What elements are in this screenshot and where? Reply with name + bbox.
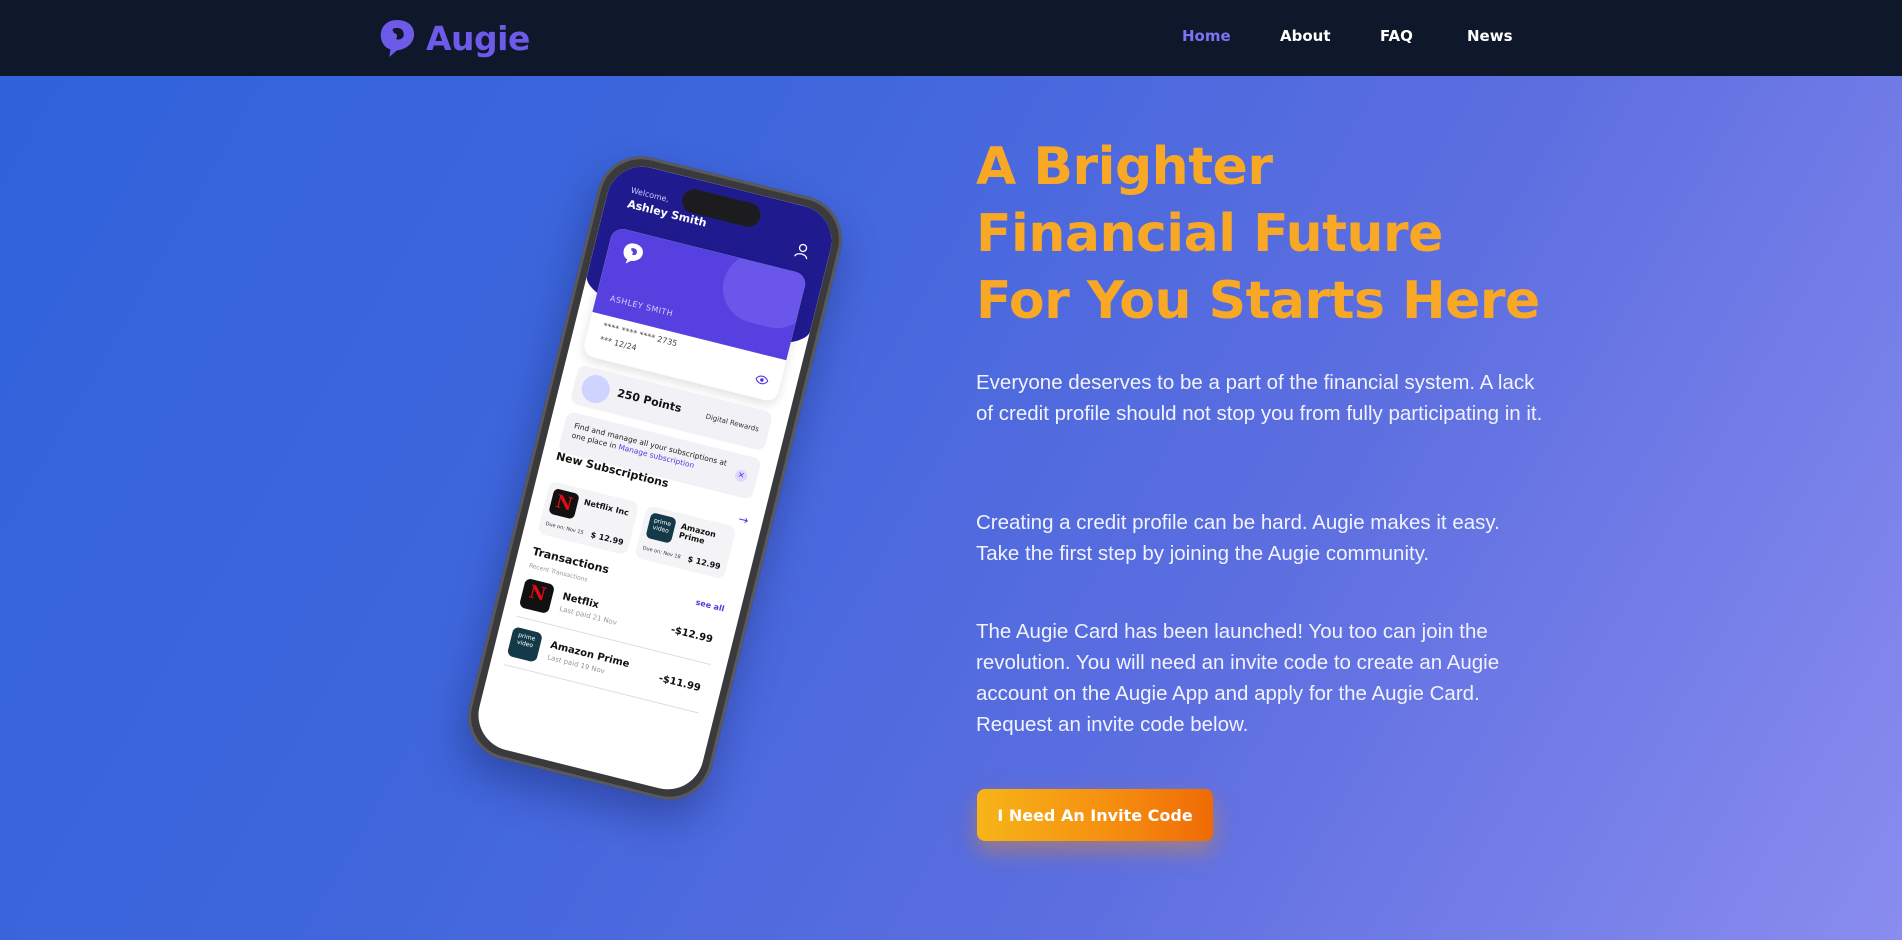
rewards-badge-icon <box>578 372 613 406</box>
hero-title-line: Financial Future <box>976 204 1443 264</box>
transaction-amount: -$12.99 <box>669 624 714 646</box>
hero-paragraph-card-launch: The Augie Card has been launched! You to… <box>976 620 1500 736</box>
digital-rewards-label: Digital Rewards <box>704 412 760 434</box>
augie-logo-icon <box>623 243 643 264</box>
subscription-name: Amazon Prime <box>677 521 717 546</box>
eye-icon[interactable] <box>754 373 770 386</box>
nav-link-about[interactable]: About <box>1280 27 1331 45</box>
subscription-due: Due on: Nov 15 <box>544 520 585 537</box>
invite-code-button[interactable]: I Need An Invite Code <box>977 789 1213 841</box>
subscription-due: Due on: Nov 18 <box>641 545 682 561</box>
hero-title-line: A Brighter <box>976 137 1273 197</box>
card-holder-name: ASHLEY SMITH <box>609 293 675 319</box>
phone-mockup: Welcome, Ashley Smith ASHLEY SMITH **** … <box>458 146 852 810</box>
brand-name: Augie <box>426 18 530 58</box>
phone-device: Welcome, Ashley Smith ASHLEY SMITH **** … <box>458 146 852 810</box>
transaction-amount: -$11.99 <box>657 673 702 695</box>
prime-video-logo-icon: prime video <box>506 626 544 663</box>
hero-paragraph-credit: Creating a credit profile can be hard. A… <box>976 511 1500 565</box>
subscription-price: $ 12.99 <box>589 530 625 548</box>
netflix-logo-icon: N <box>518 577 556 615</box>
subscription-card[interactable]: prime video Amazon Prime Due on: Nov 18 $… <box>634 504 737 580</box>
top-navbar: Augie Home About FAQ News <box>0 0 1902 76</box>
netflix-logo-icon: N <box>548 488 580 520</box>
hero-paragraph-inclusion: Everyone deserves to be a part of the fi… <box>976 371 1543 425</box>
see-all-link[interactable]: see all <box>695 598 726 614</box>
nav-link-faq[interactable]: FAQ <box>1380 27 1413 45</box>
hero-title-line: For You Starts Here <box>976 271 1540 331</box>
nav-link-news[interactable]: News <box>1467 27 1513 45</box>
augie-logo-icon <box>380 19 415 57</box>
prime-video-logo-icon: prime video <box>645 512 677 544</box>
brand-logo[interactable]: Augie <box>378 16 530 60</box>
subscription-card[interactable]: N Netflix Inc Due on: Nov 15 $ 12.99 <box>537 480 640 556</box>
subscription-name: Netflix Inc <box>582 497 630 518</box>
nav-link-home[interactable]: Home <box>1182 27 1231 45</box>
points-value: 250 Points <box>615 386 683 416</box>
subscription-price: $ 12.99 <box>686 554 722 572</box>
close-icon[interactable]: ✕ <box>733 468 749 484</box>
hero-title: A Brighter Financial Future For You Star… <box>976 134 1576 335</box>
arrow-right-icon[interactable]: → <box>737 512 750 528</box>
